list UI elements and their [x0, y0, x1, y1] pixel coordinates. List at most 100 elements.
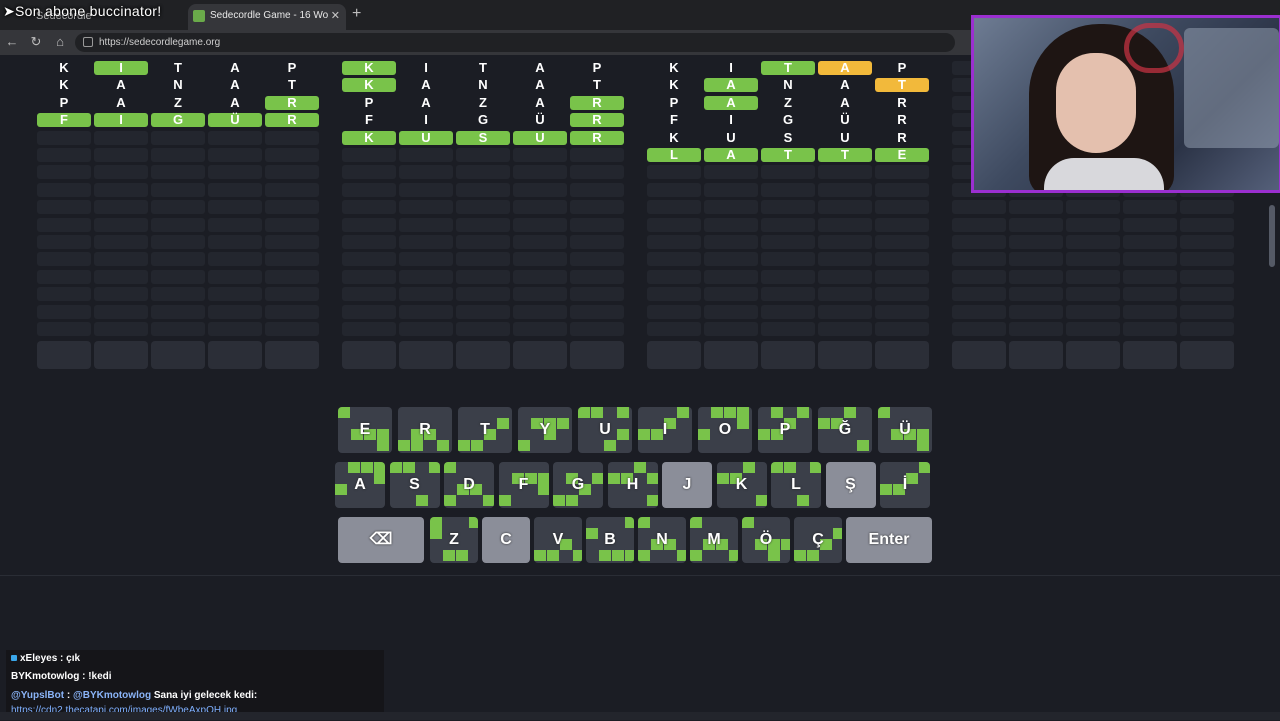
key-label: T [480, 421, 490, 438]
key-ö[interactable]: Ö [742, 517, 790, 563]
empty-tile [151, 148, 205, 162]
empty-tile [1066, 235, 1120, 249]
empty-tile [875, 182, 929, 197]
current-row-tile [952, 341, 1006, 369]
current-row-tile [94, 341, 148, 369]
key-i[interactable]: I [638, 407, 692, 453]
board-status-indicator [638, 429, 650, 440]
key-f[interactable]: F [498, 462, 549, 508]
empty-tile [570, 148, 624, 162]
board-status-indicator [547, 550, 559, 561]
key-e[interactable]: E [338, 407, 392, 453]
empty-tile [761, 304, 815, 319]
home-icon[interactable]: ⌂ [52, 34, 68, 50]
back-icon[interactable]: ← [4, 34, 20, 50]
key-ş[interactable]: Ş [825, 462, 876, 508]
key-c[interactable]: C [482, 517, 530, 563]
key-label: Z [449, 531, 459, 548]
tile: G [477, 112, 489, 128]
key-ç[interactable]: Ç [794, 517, 842, 563]
key-label: A [354, 476, 366, 493]
current-row-tile [265, 341, 319, 369]
tile: U [513, 130, 567, 145]
empty-tile [265, 182, 319, 197]
tile: T [761, 61, 815, 75]
key-label: Ö [759, 531, 773, 548]
tile: T [761, 148, 815, 162]
key-label: D [463, 476, 475, 493]
key-r[interactable]: R [398, 407, 452, 453]
key-i̇[interactable]: İ [880, 462, 930, 508]
board-status-indicator [374, 462, 385, 473]
close-tab-icon[interactable]: ✕ [331, 4, 340, 28]
key-a[interactable]: A [335, 462, 385, 508]
backspace-key[interactable]: ⌫ [338, 517, 424, 563]
stream-overlay-text: ➤Son abone buccinator! [3, 3, 162, 19]
key-o[interactable]: O [698, 407, 752, 453]
tab-active[interactable]: Sedecordle Game - 16 Words Wor ✕ [188, 4, 346, 30]
empty-tile [704, 165, 758, 180]
key-z[interactable]: Z [430, 517, 478, 563]
empty-tile [1180, 252, 1234, 267]
empty-tile [761, 322, 815, 336]
empty-tile [456, 287, 510, 302]
board-status-indicator [638, 517, 650, 528]
enter-key[interactable]: Enter [846, 517, 932, 563]
key-j[interactable]: J [662, 462, 712, 508]
empty-tile [456, 235, 510, 249]
empty-tile [37, 235, 91, 249]
key-k[interactable]: K [716, 462, 767, 508]
key-ğ[interactable]: Ğ [818, 407, 872, 453]
vertical-scrollbar[interactable] [1269, 205, 1275, 267]
key-label: K [735, 476, 748, 493]
board-status-indicator [430, 517, 442, 528]
empty-tile [647, 287, 701, 302]
empty-tile [208, 182, 262, 197]
horizontal-scrollbar[interactable] [0, 712, 1280, 720]
key-y[interactable]: Y [518, 407, 572, 453]
key-n[interactable]: N [638, 517, 686, 563]
tile: A [818, 61, 872, 75]
key-g[interactable]: G [553, 462, 603, 508]
key-t[interactable]: T [458, 407, 512, 453]
board-status-indicator [810, 462, 821, 473]
address-bar[interactable]: https://sedecordlegame.org [75, 33, 955, 52]
tile: T [288, 77, 296, 93]
tile: Ü [208, 113, 262, 128]
key-h[interactable]: H [607, 462, 658, 508]
key-label: Ş [845, 476, 856, 493]
empty-tile [1009, 235, 1063, 249]
board-status-indicator [646, 473, 658, 484]
empty-tile [875, 322, 929, 336]
board-status-indicator [917, 429, 929, 440]
key-l[interactable]: L [771, 462, 821, 508]
key-u[interactable]: U [578, 407, 632, 453]
empty-tile [399, 252, 453, 267]
tile: K [669, 77, 679, 93]
new-tab-icon[interactable]: + [352, 5, 361, 23]
current-row-tile [399, 341, 453, 369]
empty-tile [875, 252, 929, 267]
key-s[interactable]: S [389, 462, 440, 508]
empty-tile [1180, 287, 1234, 302]
empty-tile [342, 322, 396, 336]
empty-tile [513, 287, 567, 302]
empty-tile [952, 287, 1006, 302]
key-d[interactable]: D [444, 462, 494, 508]
key-m[interactable]: M [690, 517, 738, 563]
key-p[interactable]: P [758, 407, 812, 453]
board-status-indicator [690, 517, 702, 528]
current-row-tile [208, 341, 262, 369]
empty-tile [151, 322, 205, 336]
key-b[interactable]: B [586, 517, 634, 563]
key-ü[interactable]: Ü [878, 407, 932, 453]
key-v[interactable]: V [534, 517, 582, 563]
key-label: İ [902, 476, 908, 493]
board-status-indicator [537, 473, 549, 484]
board-status-indicator [794, 550, 806, 561]
site-info-icon[interactable] [83, 37, 93, 48]
empty-tile [265, 269, 319, 284]
empty-tile [94, 252, 148, 267]
board-status-indicator [377, 429, 389, 440]
reload-icon[interactable]: ↻ [28, 34, 44, 50]
